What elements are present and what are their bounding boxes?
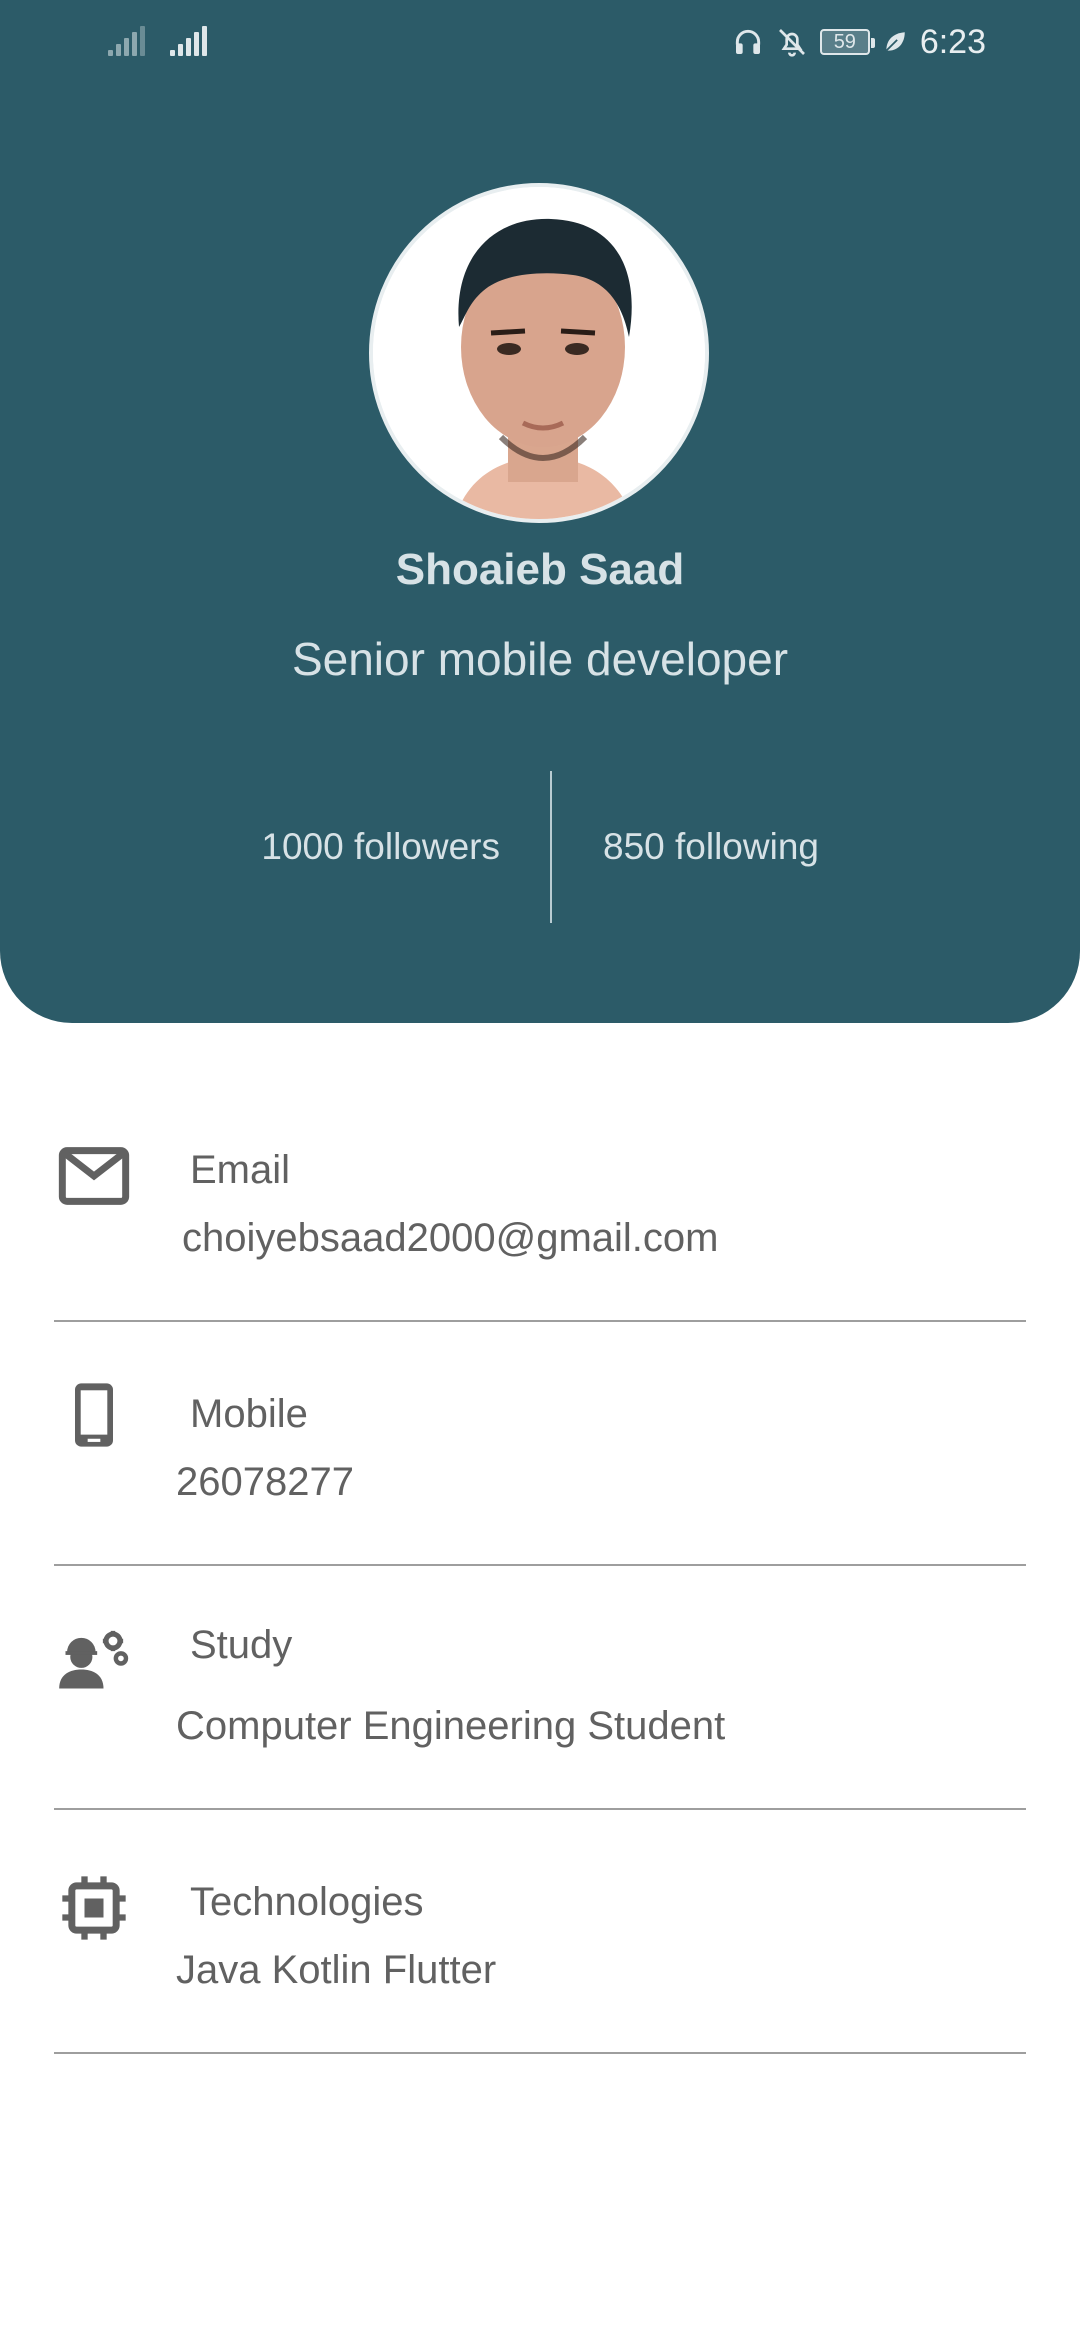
chip-icon	[62, 1876, 126, 1940]
row-divider	[54, 2052, 1026, 2054]
info-row-mobile[interactable]: Mobile 26078277	[0, 1322, 1080, 1566]
followers-count[interactable]: 1000 followers	[261, 826, 500, 868]
info-row-technologies[interactable]: Technologies Java Kotlin Flutter	[0, 1810, 1080, 2054]
headphones-icon	[735, 29, 760, 54]
notifications-off-icon	[778, 29, 805, 57]
signal-strength-sim2-icon	[170, 26, 207, 56]
battery-indicator: 59	[819, 29, 875, 55]
engineer-icon	[59, 1630, 129, 1689]
status-time: 6:23	[919, 22, 986, 61]
status-bar: 59 6:23	[0, 0, 1080, 90]
battery-saver-leaf-icon	[885, 32, 905, 52]
profile-role: Senior mobile developer	[291, 633, 789, 685]
info-label-study: Study	[190, 1623, 293, 1667]
profile-avatar[interactable]	[369, 183, 709, 523]
info-label-technologies: Technologies	[190, 1880, 424, 1924]
profile-header: 59 6:23 Shoaieb Saad Senior mobile devel…	[0, 0, 1080, 1023]
info-value-mobile: 26078277	[176, 1460, 354, 1504]
profile-name: Shoaieb Saad	[395, 545, 685, 594]
info-row-email[interactable]: Email choiyebsaad2000@gmail.com	[0, 1078, 1080, 1322]
info-value-email: choiyebsaad2000@gmail.com	[182, 1216, 719, 1260]
following-count[interactable]: 850 following	[603, 826, 819, 868]
signal-strength-sim1-icon	[108, 26, 145, 56]
info-value-technologies: Java Kotlin Flutter	[176, 1948, 497, 1992]
mobile-phone-icon	[75, 1383, 113, 1447]
info-label-mobile: Mobile	[190, 1392, 308, 1436]
stats-divider	[550, 771, 552, 923]
info-label-email: Email	[190, 1148, 291, 1192]
info-row-study[interactable]: Study Computer Engineering Student	[0, 1566, 1080, 1810]
info-value-study: Computer Engineering Student	[176, 1704, 726, 1748]
email-icon	[58, 1147, 130, 1205]
